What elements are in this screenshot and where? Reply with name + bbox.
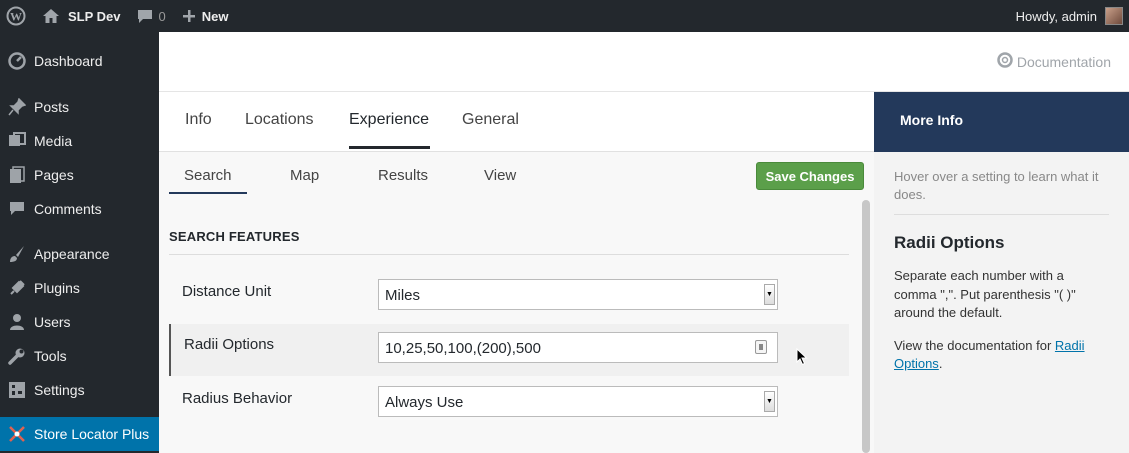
documentation-link[interactable]: Documentation bbox=[997, 52, 1111, 71]
media-icon bbox=[0, 132, 34, 150]
sidebar-item-appearance[interactable]: Appearance bbox=[0, 237, 159, 271]
site-name: SLP Dev bbox=[68, 8, 121, 24]
radii-options-label: Radii Options bbox=[184, 336, 275, 353]
tab-experience[interactable]: Experience bbox=[349, 111, 429, 129]
section-divider bbox=[169, 254, 849, 255]
avatar bbox=[1105, 7, 1123, 25]
subtab-view[interactable]: View bbox=[484, 167, 516, 184]
setting-row-radii-options: Radii Options 10,25,50,100,(200),500 bbox=[169, 324, 849, 376]
sidebar-item-label: Pages bbox=[34, 167, 74, 183]
more-info-heading: Radii Options bbox=[894, 233, 1005, 252]
settings-icon bbox=[0, 381, 34, 399]
wrench-icon bbox=[0, 347, 34, 365]
admin-sidebar: Dashboard Posts Media Pages Comments App… bbox=[0, 32, 159, 453]
sidebar-item-label: Comments bbox=[34, 201, 102, 217]
sidebar-item-label: Store Locator Plus bbox=[34, 426, 150, 442]
subtabs: Search Map Results View Save Changes bbox=[159, 152, 874, 196]
sidebar-item-pages[interactable]: Pages bbox=[0, 158, 159, 192]
store-locator-icon bbox=[0, 425, 34, 443]
active-subtab-indicator bbox=[169, 192, 247, 194]
more-info-doc-text: View the documentation for Radii Options… bbox=[894, 337, 1109, 374]
site-name-link[interactable]: SLP Dev bbox=[34, 0, 129, 32]
distance-unit-label: Distance Unit bbox=[182, 283, 272, 300]
sidebar-item-comments[interactable]: Comments bbox=[0, 192, 159, 226]
sidebar-item-users[interactable]: Users bbox=[0, 305, 159, 339]
radii-options-input[interactable]: 10,25,50,100,(200),500 bbox=[378, 332, 778, 363]
more-info-description: Separate each number with a comma ",". P… bbox=[894, 268, 1076, 320]
dashboard-icon bbox=[0, 52, 34, 70]
sidebar-item-posts[interactable]: Posts bbox=[0, 90, 159, 124]
sidebar-item-media[interactable]: Media bbox=[0, 124, 159, 158]
sidebar-item-store-locator-plus[interactable]: Store Locator Plus bbox=[0, 417, 159, 451]
sidebar-item-settings[interactable]: Settings bbox=[0, 373, 159, 407]
doc-prefix: View the documentation for bbox=[894, 337, 1055, 353]
comment-bubble-icon bbox=[137, 9, 153, 24]
radius-behavior-select[interactable]: Always Use ▼ bbox=[378, 386, 778, 417]
plugin-icon bbox=[0, 279, 34, 297]
howdy-greeting: Howdy, admin bbox=[1015, 8, 1097, 24]
tab-general[interactable]: General bbox=[462, 111, 519, 129]
comments-link[interactable]: 0 bbox=[129, 0, 174, 32]
distance-unit-select[interactable]: Miles ▼ bbox=[378, 279, 778, 310]
sidebar-item-label: Tools bbox=[34, 348, 67, 364]
mouse-cursor-icon bbox=[796, 347, 808, 369]
plus-icon bbox=[182, 9, 196, 23]
sidebar-item-plugins[interactable]: Plugins bbox=[0, 271, 159, 305]
sidebar-item-label: Users bbox=[34, 314, 71, 330]
home-icon bbox=[42, 8, 60, 24]
scrollbar[interactable] bbox=[862, 200, 870, 453]
subtab-search[interactable]: Search bbox=[184, 167, 232, 184]
main-tabs: Info Locations Experience General bbox=[159, 92, 874, 152]
sidebar-item-dashboard[interactable]: Dashboard bbox=[0, 44, 159, 78]
contact-card-icon bbox=[755, 340, 767, 354]
svg-text:W: W bbox=[10, 10, 22, 24]
admin-bar: W SLP Dev 0 New Howdy, admin bbox=[0, 0, 1129, 32]
chevron-down-icon: ▼ bbox=[764, 391, 775, 412]
sidebar-item-label: Settings bbox=[34, 382, 85, 398]
sidebar-item-tools[interactable]: Tools bbox=[0, 339, 159, 373]
page-header: Documentation bbox=[159, 32, 1129, 92]
account-menu[interactable]: Howdy, admin bbox=[1008, 0, 1129, 32]
pages-icon bbox=[0, 166, 34, 184]
section-title: SEARCH FEATURES bbox=[169, 229, 300, 244]
comments-count: 0 bbox=[158, 8, 166, 24]
subtab-map[interactable]: Map bbox=[290, 167, 319, 184]
more-info-panel: Hover over a setting to learn what it do… bbox=[874, 152, 1129, 453]
pin-icon bbox=[0, 98, 34, 116]
radii-options-value: 10,25,50,100,(200),500 bbox=[385, 340, 541, 357]
sidebar-item-label: Dashboard bbox=[34, 53, 103, 69]
sidebar-item-label: Appearance bbox=[34, 246, 110, 262]
setting-row-distance-unit: Distance Unit Miles ▼ bbox=[169, 271, 849, 323]
help-lifebuoy-icon bbox=[997, 52, 1013, 71]
comments-icon bbox=[0, 201, 34, 217]
radius-behavior-value: Always Use bbox=[385, 394, 464, 411]
chevron-down-icon: ▼ bbox=[764, 284, 775, 305]
more-info-hint: Hover over a setting to learn what it do… bbox=[894, 168, 1109, 215]
doc-suffix: . bbox=[938, 356, 943, 371]
brush-icon bbox=[0, 245, 34, 263]
settings-content: Search Map Results View Save Changes SEA… bbox=[159, 152, 874, 453]
setting-row-radius-behavior: Radius Behavior Always Use ▼ bbox=[169, 378, 849, 430]
tab-locations[interactable]: Locations bbox=[245, 111, 314, 129]
save-changes-button[interactable]: Save Changes bbox=[756, 162, 864, 190]
radius-behavior-label: Radius Behavior bbox=[182, 390, 293, 407]
subtab-results[interactable]: Results bbox=[378, 167, 428, 184]
sidebar-item-label: Media bbox=[34, 133, 73, 149]
sidebar-item-label: Posts bbox=[34, 99, 70, 115]
new-content-link[interactable]: New bbox=[174, 0, 237, 32]
active-tab-indicator bbox=[349, 146, 430, 149]
sidebar-item-label: Plugins bbox=[34, 280, 80, 296]
wordpress-logo-icon[interactable]: W bbox=[0, 0, 34, 32]
documentation-label: Documentation bbox=[1016, 53, 1111, 70]
distance-unit-value: Miles bbox=[385, 287, 421, 304]
user-icon bbox=[0, 313, 34, 331]
tab-info[interactable]: Info bbox=[185, 111, 212, 129]
new-label: New bbox=[201, 8, 229, 24]
more-info-header: More Info bbox=[874, 92, 1129, 152]
